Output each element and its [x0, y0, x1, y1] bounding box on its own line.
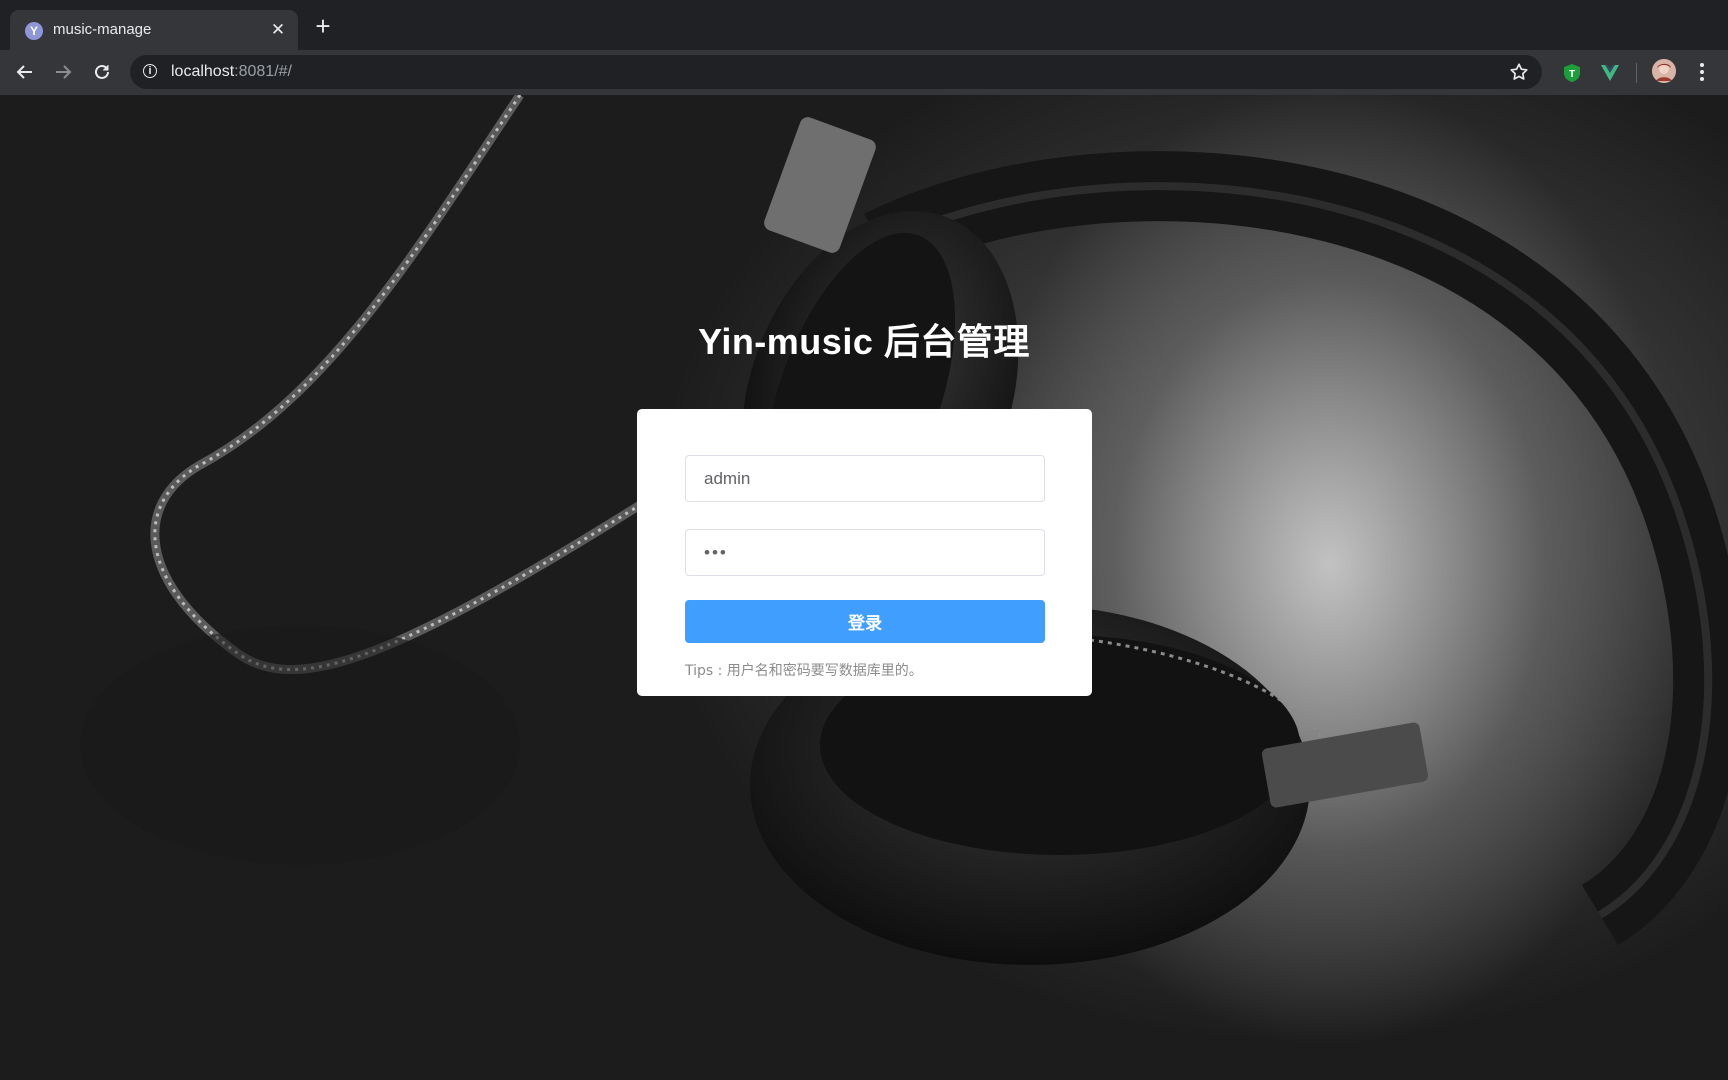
url-rest: :8081/#/	[234, 63, 292, 80]
toolbar-separator	[1636, 63, 1637, 83]
back-button[interactable]	[10, 57, 40, 87]
username-input[interactable]	[685, 455, 1045, 502]
arrow-right-icon	[56, 65, 72, 79]
arrow-left-icon	[16, 65, 32, 79]
forward-button[interactable]	[48, 57, 78, 87]
close-tab-icon[interactable]: ✕	[266, 18, 290, 42]
shield-t-icon[interactable]: T	[1562, 63, 1582, 83]
page-title: Yin-music 后台管理	[698, 321, 1030, 362]
browser-toolbar: i localhost:8081/#/ T	[0, 50, 1728, 95]
profile-avatar-icon	[1652, 59, 1676, 83]
login-button[interactable]: 登录	[685, 600, 1045, 643]
svg-text:T: T	[1569, 69, 1575, 80]
tab-title: music-manage	[53, 21, 152, 38]
login-card: 登录 Tips : 用户名和密码要写数据库里的。	[637, 409, 1092, 696]
reload-button[interactable]	[87, 57, 117, 87]
tab-strip: Y music-manage ✕ +	[0, 0, 1728, 50]
star-icon[interactable]	[1508, 61, 1530, 83]
reload-icon	[95, 64, 109, 79]
new-tab-icon[interactable]: +	[310, 13, 336, 40]
browser-tab[interactable]: Y music-manage ✕	[10, 10, 298, 50]
url-host: localhost	[171, 63, 235, 80]
url-text: localhost:8081/#/	[171, 63, 292, 81]
browser-window: Y music-manage ✕ + i localhost:8081/#/ T	[0, 0, 1728, 1080]
page-content: Yin-music 后台管理 登录 Tips : 用户名和密码要写数据库里的。	[0, 95, 1728, 1080]
address-bar[interactable]: i localhost:8081/#/	[130, 55, 1542, 89]
vue-devtools-icon[interactable]	[1600, 63, 1620, 83]
favicon-icon: Y	[25, 22, 43, 40]
password-input[interactable]	[685, 529, 1045, 576]
tips-text: Tips : 用户名和密码要写数据库里的。	[685, 663, 923, 679]
avatar[interactable]	[1652, 59, 1676, 83]
info-icon[interactable]: i	[143, 64, 157, 78]
kebab-menu-icon[interactable]	[1692, 58, 1712, 86]
